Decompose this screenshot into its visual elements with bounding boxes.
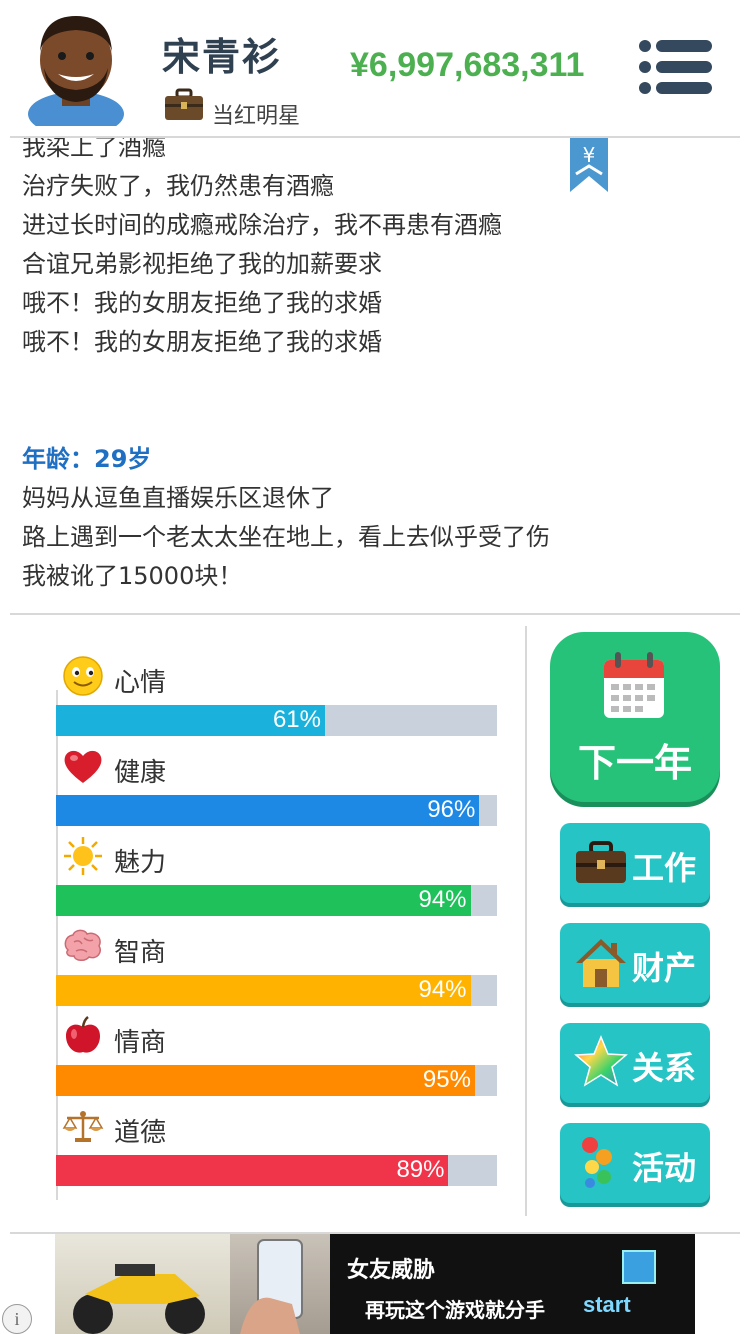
ad-start-button[interactable]: start bbox=[583, 1292, 631, 1318]
ad-motorcycle-image bbox=[55, 1234, 230, 1334]
activities-button[interactable]: 活动 bbox=[560, 1123, 710, 1203]
stat-charm: 魅力 94% bbox=[56, 830, 500, 920]
stat-label: 健康 bbox=[114, 758, 167, 788]
stat-percent: 94% bbox=[418, 976, 467, 1003]
stat-bar-fill: 96% bbox=[56, 795, 480, 826]
stat-label: 情商 bbox=[114, 1028, 167, 1058]
log-line: 哦不！我的女朋友拒绝了我的求婚 bbox=[22, 289, 382, 317]
ad-banner[interactable]: 女友威胁 再玩这个游戏就分手 start bbox=[55, 1234, 695, 1334]
phone-icon bbox=[240, 1239, 303, 1334]
stat-bar-fill: 94% bbox=[56, 885, 471, 916]
stat-label: 道德 bbox=[114, 1118, 167, 1148]
work-label: 工作 bbox=[632, 849, 697, 887]
log-line: 妈妈从逗鱼直播娱乐区退休了 bbox=[22, 484, 334, 512]
yen-symbol: ¥ bbox=[583, 143, 596, 167]
work-button[interactable]: 工作 bbox=[560, 823, 710, 903]
stat-percent: 89% bbox=[396, 1156, 445, 1183]
stat-percent: 96% bbox=[427, 796, 476, 823]
relations-button[interactable]: 关系 bbox=[560, 1023, 710, 1103]
ad-app-logo bbox=[622, 1250, 656, 1284]
sun-icon bbox=[64, 837, 102, 875]
stat-bar-fill: 61% bbox=[56, 705, 325, 736]
log-line: 我被讹了15000块！ bbox=[22, 562, 243, 590]
menu-icon[interactable] bbox=[638, 38, 712, 96]
stat-bar-track: 94% bbox=[56, 975, 497, 1006]
property-button[interactable]: 财产 bbox=[560, 923, 710, 1003]
avatar[interactable] bbox=[24, 8, 128, 126]
money-balance: ¥6,997,683,311 bbox=[350, 46, 585, 84]
life-log[interactable]: 我染上了酒瘾 治疗失败了，我仍然患有酒瘾 进过长时间的成瘾戒除治疗，我不再患有酒… bbox=[0, 138, 750, 614]
stat-bar-fill: 89% bbox=[56, 1155, 449, 1186]
log-line: 路上遇到一个老太太坐在地上，看上去似乎受了伤 bbox=[22, 523, 550, 551]
stat-health: 健康 96% bbox=[56, 740, 500, 830]
job-title: 当红明星 bbox=[212, 104, 301, 129]
stat-bar-track: 95% bbox=[56, 1065, 497, 1096]
stat-label: 魅力 bbox=[114, 848, 167, 878]
stat-eq: 情商 95% bbox=[56, 1010, 500, 1100]
column-divider bbox=[525, 626, 527, 1216]
property-label: 财产 bbox=[632, 949, 697, 987]
profile-header: 宋青衫 当红明星 ¥6,997,683,311 bbox=[0, 0, 750, 136]
stat-bar-track: 89% bbox=[56, 1155, 497, 1186]
stat-percent: 61% bbox=[272, 706, 321, 733]
ad-phone-image bbox=[230, 1234, 330, 1334]
relations-label: 关系 bbox=[632, 1049, 697, 1087]
ad-headline: 女友威胁 bbox=[347, 1258, 436, 1283]
briefcase-icon bbox=[165, 88, 203, 120]
log-line: 进过长时间的成瘾戒除治疗，我不再患有酒瘾 bbox=[22, 211, 502, 239]
smiley-icon bbox=[63, 656, 103, 696]
section-divider bbox=[10, 613, 740, 615]
log-line: 合谊兄弟影视拒绝了我的加薪要求 bbox=[22, 250, 382, 278]
ad-info-icon[interactable]: i bbox=[2, 1304, 32, 1334]
activities-icon bbox=[582, 1137, 612, 1188]
stat-bar-track: 61% bbox=[56, 705, 497, 736]
heart-icon bbox=[64, 750, 102, 783]
yen-bookmark-icon[interactable]: ¥ bbox=[570, 138, 608, 192]
apple-icon bbox=[66, 1016, 100, 1053]
next-year-label: 下一年 bbox=[577, 741, 692, 785]
stat-morality: 道德 89% bbox=[56, 1100, 500, 1190]
stat-bar-fill: 94% bbox=[56, 975, 471, 1006]
briefcase-icon bbox=[576, 841, 626, 883]
next-year-button[interactable]: 下一年 bbox=[550, 632, 720, 802]
stat-label: 智商 bbox=[114, 938, 167, 968]
stat-label: 心情 bbox=[114, 668, 167, 698]
scales-icon bbox=[62, 1111, 104, 1142]
stat-bar-fill: 95% bbox=[56, 1065, 475, 1096]
stat-iq: 智商 94% bbox=[56, 920, 500, 1010]
stat-percent: 94% bbox=[418, 886, 467, 913]
age-heading: 年龄：29岁 bbox=[22, 445, 152, 473]
player-name: 宋青衫 bbox=[162, 35, 283, 79]
motorcycle-icon bbox=[73, 1264, 205, 1334]
log-line: 哦不！我的女朋友拒绝了我的求婚 bbox=[22, 328, 382, 356]
calendar-icon bbox=[604, 652, 664, 718]
stat-bar-track: 96% bbox=[56, 795, 497, 826]
stat-percent: 95% bbox=[422, 1066, 471, 1093]
activities-label: 活动 bbox=[632, 1149, 697, 1187]
stat-bar-track: 94% bbox=[56, 885, 497, 916]
ad-subline: 再玩这个游戏就分手 bbox=[365, 1298, 545, 1322]
stat-mood: 心情 61% bbox=[56, 650, 500, 740]
brain-icon bbox=[64, 929, 101, 961]
house-icon bbox=[576, 939, 626, 987]
star-icon bbox=[574, 1035, 628, 1087]
